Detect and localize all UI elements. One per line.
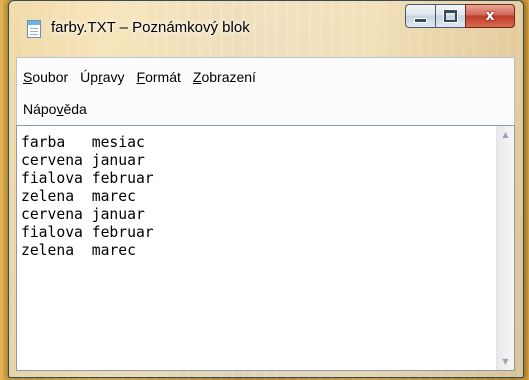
vertical-scrollbar[interactable]: ▲ ▼ <box>496 126 514 370</box>
minimize-icon <box>414 17 427 23</box>
window-title: farby.TXT – Poznámkový blok <box>51 19 250 36</box>
menu-zobrazeni[interactable]: Zobrazení <box>187 66 262 88</box>
close-button[interactable]: x <box>465 4 515 28</box>
menu-upravy[interactable]: Úpravy <box>74 66 130 88</box>
close-icon: x <box>485 8 495 24</box>
caption-buttons: x <box>405 4 515 28</box>
editor-content[interactable]: farba mesiac cervena januar fialova febr… <box>21 134 154 260</box>
scroll-up-arrow-icon[interactable]: ▲ <box>497 126 514 143</box>
notepad-icon[interactable] <box>27 20 41 38</box>
title-bar[interactable]: farby.TXT – Poznámkový blok x <box>9 1 523 53</box>
maximize-button[interactable] <box>435 4 465 28</box>
menu-soubor[interactable]: Soubor <box>17 66 74 88</box>
minimize-button[interactable] <box>405 4 435 28</box>
menu-format[interactable]: Formát <box>131 66 187 88</box>
maximize-icon <box>443 9 458 23</box>
menu-bar: Soubor Úpravy Formát Zobrazení Nápověda <box>16 57 515 125</box>
notepad-window: farby.TXT – Poznámkový blok x Soubor Úpr… <box>8 0 524 378</box>
text-editor[interactable]: farba mesiac cervena januar fialova febr… <box>16 125 515 371</box>
scroll-down-arrow-icon[interactable]: ▼ <box>497 353 514 370</box>
menu-napoveda[interactable]: Nápověda <box>17 98 93 120</box>
